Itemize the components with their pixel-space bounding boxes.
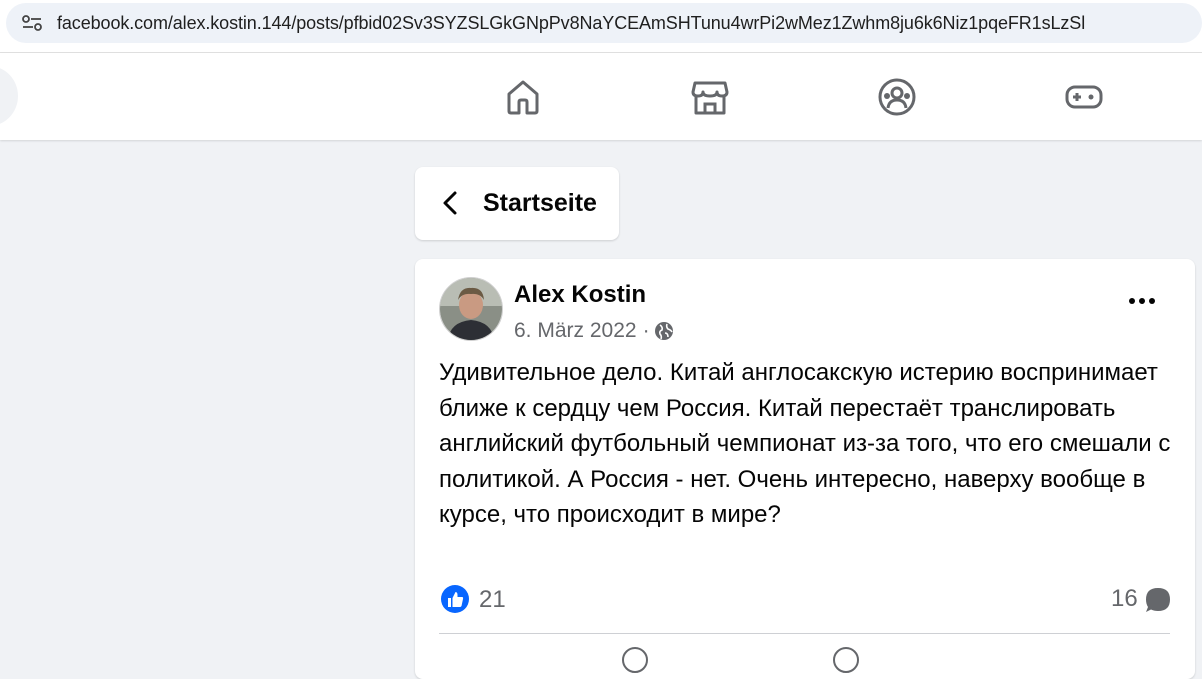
marketplace-icon[interactable] [690, 77, 730, 117]
address-bar[interactable]: facebook.com/alex.kostin.144/posts/pfbid… [6, 3, 1202, 43]
comment-icon[interactable] [1145, 587, 1171, 613]
back-to-home-button[interactable]: Startseite [415, 167, 619, 240]
like-reaction-icon[interactable] [440, 584, 470, 614]
avatar[interactable] [439, 277, 503, 341]
facebook-top-nav [0, 53, 1202, 140]
post-date[interactable]: 6. März 2022 [514, 319, 637, 343]
home-icon[interactable] [503, 77, 543, 117]
comment-count[interactable]: 16 [1111, 585, 1138, 613]
search-button-edge[interactable] [0, 66, 18, 126]
more-options-icon[interactable] [1127, 295, 1157, 307]
meta-separator: · [642, 319, 650, 342]
post-card: Alex Kostin 6. März 2022 · Удивительное … [415, 259, 1195, 679]
post-author[interactable]: Alex Kostin [514, 281, 646, 309]
url-text[interactable]: facebook.com/alex.kostin.144/posts/pfbid… [57, 13, 1085, 34]
like-count[interactable]: 21 [479, 586, 506, 614]
post-meta: 6. März 2022 · [514, 317, 674, 345]
gaming-icon[interactable] [1064, 77, 1104, 117]
actions-divider [439, 633, 1170, 634]
back-label: Startseite [483, 189, 597, 217]
groups-icon[interactable] [877, 77, 917, 117]
globe-icon[interactable] [654, 321, 674, 341]
browser-toolbar: facebook.com/alex.kostin.144/posts/pfbid… [0, 0, 1202, 53]
site-info-icon[interactable] [22, 15, 42, 31]
chevron-left-icon [443, 191, 457, 215]
post-text: Удивительное дело. Китай англосакскую ис… [439, 359, 1171, 528]
